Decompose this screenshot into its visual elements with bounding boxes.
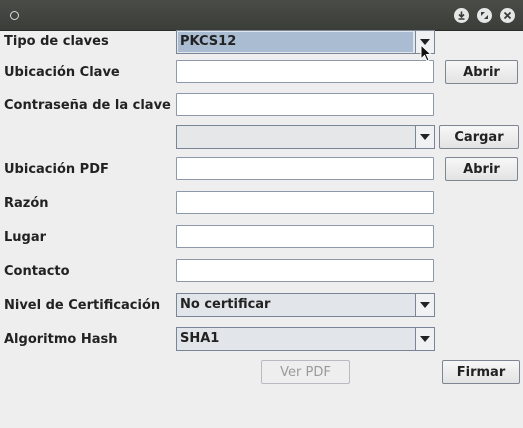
title-bar[interactable] — [0, 0, 523, 31]
key-type-select[interactable]: PKCS12 — [176, 30, 435, 54]
cert-level-value: No certificar — [180, 297, 271, 312]
cert-level-label: Nivel de Certificación — [4, 298, 161, 313]
view-pdf-button[interactable]: Ver PDF — [261, 360, 350, 384]
hash-algorithm-value: SHA1 — [180, 331, 220, 346]
pdf-location-input[interactable] — [176, 157, 434, 180]
chevron-down-icon[interactable] — [415, 294, 434, 316]
key-location-input[interactable] — [176, 60, 434, 83]
key-alias-select[interactable] — [176, 125, 435, 149]
key-password-label: Contraseña de la clave — [4, 98, 171, 113]
minimize-icon[interactable] — [454, 8, 469, 23]
window-menu-icon[interactable] — [10, 11, 19, 20]
mouse-cursor-icon — [420, 44, 432, 62]
reason-input[interactable] — [176, 191, 434, 214]
maximize-icon[interactable] — [477, 8, 492, 23]
cert-level-select[interactable]: No certificar — [176, 293, 435, 317]
sign-button[interactable]: Firmar — [442, 360, 520, 384]
hash-algorithm-select[interactable]: SHA1 — [176, 327, 435, 351]
pdf-location-open-button[interactable]: Abrir — [445, 157, 518, 181]
place-input[interactable] — [176, 225, 434, 248]
key-location-open-button[interactable]: Abrir — [445, 60, 518, 84]
chevron-down-icon[interactable] — [415, 126, 434, 148]
place-label: Lugar — [4, 230, 47, 245]
contact-input[interactable] — [176, 259, 434, 282]
pdf-location-label: Ubicación PDF — [4, 162, 109, 177]
key-password-input[interactable] — [176, 93, 434, 116]
load-button[interactable]: Cargar — [439, 125, 519, 149]
chevron-down-icon[interactable] — [415, 328, 434, 350]
close-icon[interactable] — [500, 8, 515, 23]
key-location-label: Ubicación Clave — [4, 65, 120, 80]
reason-label: Razón — [4, 196, 49, 211]
contact-label: Contacto — [4, 264, 70, 279]
key-type-label: Tipo de claves — [4, 34, 109, 49]
key-type-value: PKCS12 — [180, 34, 237, 49]
hash-algorithm-label: Algoritmo Hash — [4, 332, 118, 347]
